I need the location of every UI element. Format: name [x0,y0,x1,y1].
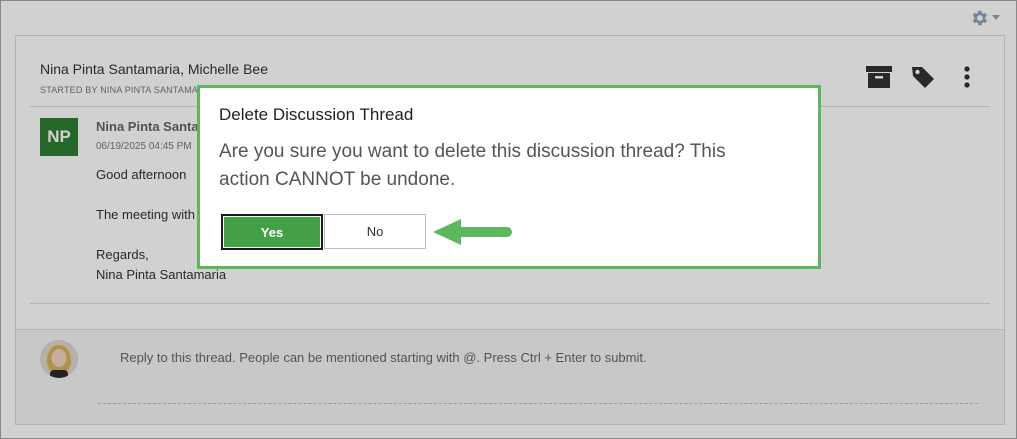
dialog-title: Delete Discussion Thread [219,105,414,124]
app-window: Nina Pinta Santamaria, Michelle Bee STAR… [0,0,1017,439]
yes-button[interactable]: Yes [221,214,323,250]
dialog-message: Are you sure you want to delete this dis… [219,141,726,190]
no-button[interactable]: No [324,214,426,249]
arrow-left-icon [433,219,512,245]
